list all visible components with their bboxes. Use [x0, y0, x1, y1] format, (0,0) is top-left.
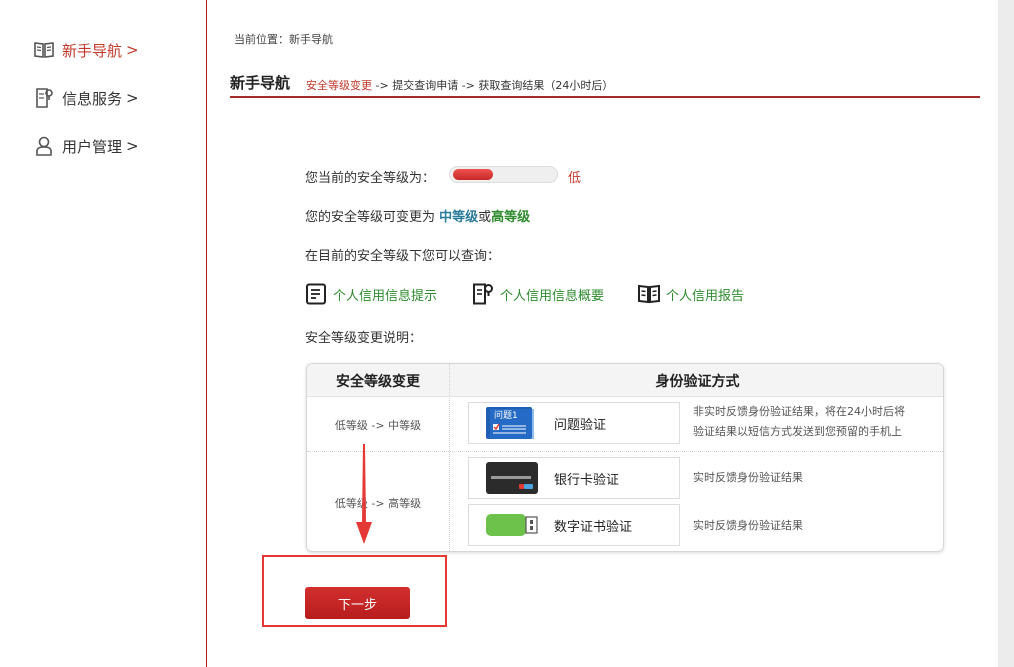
sidebar-item-guide[interactable]: 新手导航 >: [34, 38, 139, 62]
document-tag-icon: [472, 283, 494, 305]
changeable-level-text: 您的安全等级可变更为 中等级或高等级: [305, 206, 530, 225]
question-card-text: 问题1: [494, 409, 518, 421]
method-description: 实时反馈身份验证结果: [693, 471, 803, 484]
open-book-icon: [638, 283, 660, 305]
current-level-value: 低: [568, 171, 582, 186]
sidebar-item-info-service[interactable]: 信息服务 >: [34, 86, 139, 110]
query-credit-summary-link[interactable]: 个人信用信息概要: [472, 283, 604, 305]
current-level-label: 您当前的安全等级为：: [305, 171, 436, 186]
method-label: 问题验证: [554, 417, 607, 433]
page-title: 新手导航: [230, 74, 291, 92]
or-text: 或: [478, 210, 492, 225]
document-icon: [34, 87, 54, 109]
column-divider: [449, 364, 450, 551]
user-icon: [34, 135, 54, 157]
bank-card-icon: [486, 462, 538, 494]
document-lines-icon: [305, 283, 327, 305]
table-header: 安全等级变更 身份验证方式: [307, 364, 943, 397]
step-current: 安全等级变更: [306, 79, 373, 92]
security-level-bar: [449, 166, 558, 183]
question-card-icon: 问题1: [486, 407, 534, 439]
sidebar-item-arrow: >: [126, 89, 139, 107]
step-3: 获取查询结果（24小时后）: [478, 79, 614, 92]
breadcrumb: 当前位置：新手导航: [234, 33, 333, 46]
page-header: 新手导航 安全等级变更 -> 提交查询申请 -> 获取查询结果（24小时后）: [230, 72, 980, 98]
method-description: 实时反馈身份验证结果: [693, 519, 803, 532]
method-label: 银行卡验证: [554, 472, 620, 488]
sidebar-item-label: 用户管理: [62, 137, 123, 156]
query-item-label: 个人信用信息提示: [333, 288, 438, 304]
level-change-cell: 低等级 -> 高等级: [334, 496, 422, 510]
step-separator: ->: [372, 79, 393, 92]
explain-label: 安全等级变更说明：: [305, 331, 423, 346]
verification-table: 安全等级变更 身份验证方式 低等级 -> 中等级 问题1 问题验证 非实时反馈身…: [306, 363, 944, 552]
step-2: 提交查询申请: [392, 79, 459, 92]
step-indicator: 安全等级变更 -> 提交查询申请 -> 获取查询结果（24小时后）: [306, 77, 613, 93]
query-label: 在目前的安全等级下您可以查询：: [305, 249, 501, 264]
sidebar: 新手导航 > 信息服务 > 用户管理 >: [0, 0, 207, 667]
red-arrow-annotation: [356, 444, 372, 544]
method-bank-card-verify[interactable]: 银行卡验证: [468, 457, 680, 499]
page: 新手导航 > 信息服务 > 用户管理 > 当前位置：新手导航 新手导航 安全等级…: [0, 0, 998, 667]
column-header: 身份验证方式: [655, 373, 740, 390]
page-scrollbar-gutter: [998, 0, 1014, 667]
column-header: 安全等级变更: [336, 373, 420, 390]
open-book-icon: [34, 39, 54, 61]
sidebar-item-arrow: >: [126, 137, 139, 155]
description-line: 验证结果以短信方式发送到您预留的手机上: [693, 425, 902, 438]
usb-key-icon: [486, 514, 538, 536]
sidebar-item-arrow: >: [126, 41, 139, 59]
changeable-prefix: 您的安全等级可变更为: [305, 210, 440, 225]
next-step-button[interactable]: 下一步: [305, 587, 410, 619]
method-question-verify[interactable]: 问题1 问题验证: [468, 402, 680, 444]
method-digital-cert-verify[interactable]: 数字证书验证: [468, 504, 680, 546]
method-label: 数字证书验证: [554, 519, 633, 535]
sidebar-item-user-management[interactable]: 用户管理 >: [34, 134, 139, 158]
high-level-text: 高等级: [491, 210, 531, 225]
query-item-label: 个人信用信息概要: [500, 288, 605, 304]
security-level-fill: [453, 169, 493, 180]
step-separator: ->: [458, 79, 479, 92]
level-change-cell: 低等级 -> 中等级: [334, 418, 422, 432]
sidebar-item-label: 新手导航: [62, 41, 123, 60]
medium-level-text: 中等级: [439, 210, 479, 225]
sidebar-item-label: 信息服务: [62, 89, 123, 108]
query-item-label: 个人信用报告: [666, 288, 745, 304]
description-line: 非实时反馈身份验证结果，将在24小时后将: [693, 405, 905, 418]
query-credit-report-link[interactable]: 个人信用报告: [638, 283, 744, 305]
method-description: 非实时反馈身份验证结果，将在24小时后将 验证结果以短信方式发送到您预留的手机上: [693, 402, 905, 442]
query-credit-tip-link[interactable]: 个人信用信息提示: [305, 283, 437, 305]
